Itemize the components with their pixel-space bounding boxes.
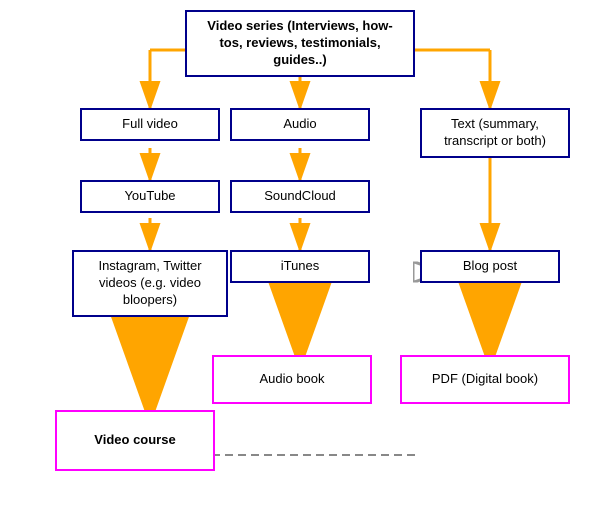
video-series-node: Video series (Interviews, how-tos, revie…: [185, 10, 415, 77]
audio-book-node: Audio book: [212, 355, 372, 404]
youtube-node: YouTube: [80, 180, 220, 213]
text-summary-node: Text (summary, transcript or both): [420, 108, 570, 158]
instagram-node: Instagram, Twitter videos (e.g. video bl…: [72, 250, 228, 317]
soundcloud-node: SoundCloud: [230, 180, 370, 213]
blog-post-node: Blog post: [420, 250, 560, 283]
video-course-node: Video course: [55, 410, 215, 471]
audio-node: Audio: [230, 108, 370, 141]
pdf-node: PDF (Digital book): [400, 355, 570, 404]
full-video-node: Full video: [80, 108, 220, 141]
itunes-node: iTunes: [230, 250, 370, 283]
